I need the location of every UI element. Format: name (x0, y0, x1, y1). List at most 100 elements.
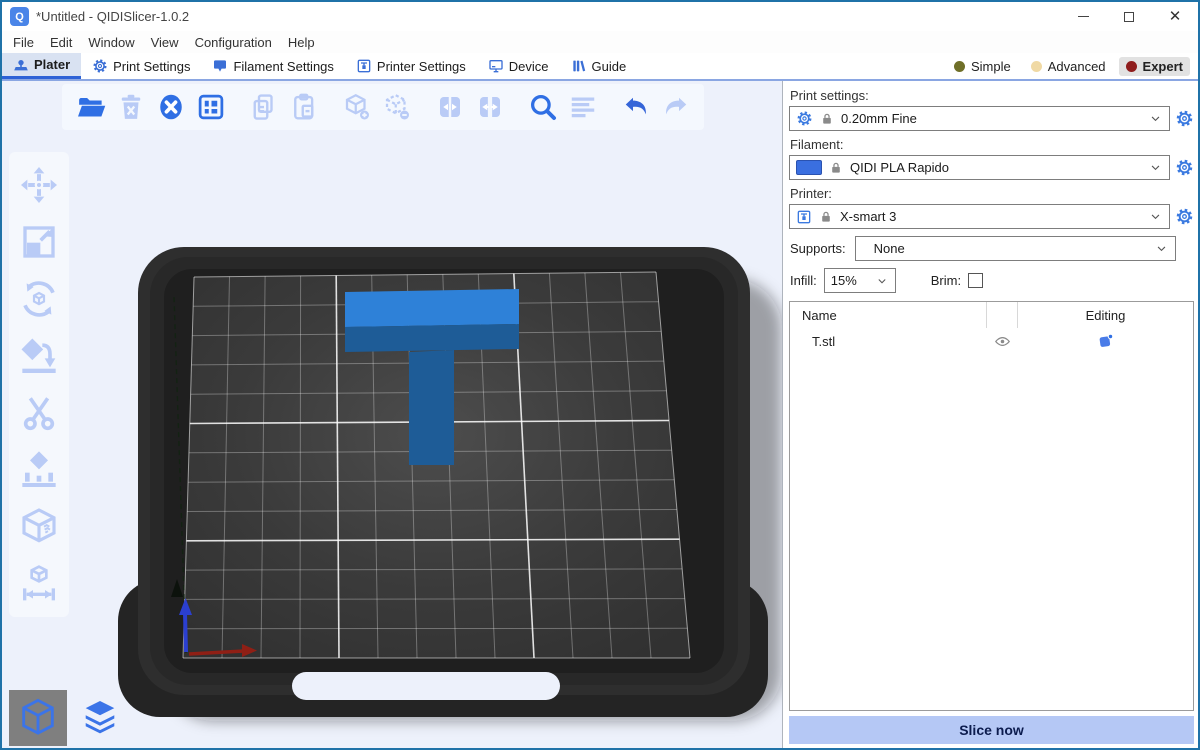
seam-painting-tool[interactable] (18, 506, 60, 548)
tab-plater[interactable]: Plater (2, 53, 81, 79)
expert-dot-icon (1126, 61, 1137, 72)
preview-view-button[interactable] (71, 690, 129, 746)
copy-button[interactable] (247, 91, 280, 124)
chevron-down-icon (875, 274, 889, 288)
supports-combo[interactable]: None (855, 236, 1176, 261)
menu-window[interactable]: Window (83, 35, 145, 50)
edit-object-button[interactable] (1018, 332, 1193, 350)
split-objects-button[interactable] (433, 91, 466, 124)
chevron-down-icon (1148, 160, 1163, 175)
delete-button[interactable] (114, 91, 147, 124)
infill-label: Infill: (790, 273, 817, 288)
tab-device[interactable]: Device (477, 53, 560, 79)
brim-checkbox[interactable] (968, 273, 983, 288)
filament-icon (212, 58, 228, 74)
guide-books-icon (571, 58, 587, 74)
remove-instance-button[interactable] (380, 91, 413, 124)
eye-icon (994, 333, 1011, 350)
tab-printer-settings[interactable]: Printer Settings (345, 53, 477, 79)
open-folder-icon (76, 92, 106, 122)
measure-tool[interactable] (18, 563, 60, 605)
model-top-face (345, 289, 519, 327)
layers-icon (78, 696, 122, 740)
app-window: Q *Untitled - QIDISlicer-1.0.2 ✕ File Ed… (0, 0, 1200, 750)
redo-button[interactable] (659, 91, 692, 124)
layer-lines-icon (568, 92, 598, 122)
tab-print-settings[interactable]: Print Settings (81, 53, 201, 79)
filament-gear-button[interactable] (1175, 158, 1194, 177)
printer-gear-button[interactable] (1175, 207, 1194, 226)
3d-view-button[interactable] (9, 690, 67, 746)
printer-combo[interactable]: X-smart 3 (789, 204, 1170, 229)
tab-guide[interactable]: Guide (560, 53, 638, 79)
open-file-button[interactable] (74, 91, 107, 124)
search-button[interactable] (526, 91, 559, 124)
measure-icon (19, 564, 59, 604)
rotate-tool[interactable] (18, 278, 60, 320)
tab-filament-settings[interactable]: Filament Settings (201, 53, 344, 79)
column-visibility (986, 302, 1018, 328)
menu-help[interactable]: Help (283, 35, 326, 50)
gear-icon (1175, 207, 1194, 226)
scale-tool[interactable] (18, 221, 60, 263)
column-editing: Editing (1018, 308, 1193, 323)
split-parts-icon (475, 92, 505, 122)
print-settings-combo[interactable]: 0.20mm Fine (789, 106, 1170, 131)
arrange-button[interactable] (194, 91, 227, 124)
paste-button[interactable] (287, 91, 320, 124)
variable-layer-height-button[interactable] (566, 91, 599, 124)
filament-value: QIDI PLA Rapido (850, 160, 949, 175)
redo-arrow-icon (661, 92, 691, 122)
print-settings-gear-button[interactable] (1175, 109, 1194, 128)
printer-value: X-smart 3 (840, 209, 896, 224)
simple-dot-icon (954, 61, 965, 72)
object-row[interactable]: T.stl (790, 328, 1193, 354)
menu-file[interactable]: File (8, 35, 45, 50)
chevron-down-icon (1148, 209, 1163, 224)
gear-icon (796, 110, 813, 127)
plater-icon (13, 57, 29, 73)
slice-now-button[interactable]: Slice now (789, 716, 1194, 744)
arrange-grid-icon (196, 92, 226, 122)
scale-icon (19, 222, 59, 262)
toggle-visibility-button[interactable] (986, 333, 1018, 350)
undo-button[interactable] (619, 91, 652, 124)
menu-edit[interactable]: Edit (45, 35, 83, 50)
maximize-icon (1124, 12, 1134, 22)
brim-label: Brim: (931, 273, 961, 288)
add-instance-button[interactable] (340, 91, 373, 124)
advanced-dot-icon (1031, 61, 1042, 72)
paint-supports-tool[interactable] (18, 449, 60, 491)
split-objects-icon (435, 92, 465, 122)
titlebar: Q *Untitled - QIDISlicer-1.0.2 ✕ (2, 2, 1198, 31)
print-settings-label: Print settings: (790, 88, 1194, 103)
copy-icon (249, 92, 279, 122)
minimize-button[interactable] (1060, 2, 1106, 31)
edit-object-icon (1097, 332, 1115, 350)
mode-expert[interactable]: Expert (1119, 57, 1190, 76)
menu-view[interactable]: View (146, 35, 190, 50)
right-panel: Print settings: 0.20mm Fine Filament: QI… (783, 81, 1198, 748)
tray-handle-cutout (292, 672, 560, 700)
filament-combo[interactable]: QIDI PLA Rapido (789, 155, 1170, 180)
gear-icon (92, 58, 108, 74)
cut-tool[interactable] (18, 392, 60, 434)
z-axis-line (185, 613, 186, 652)
mode-simple[interactable]: Simple (947, 57, 1018, 76)
cube-minus-icon (382, 92, 412, 122)
filament-color-swatch (796, 160, 822, 175)
move-tool[interactable] (18, 164, 60, 206)
3d-viewport[interactable] (2, 81, 782, 748)
close-button[interactable]: ✕ (1152, 2, 1198, 31)
split-parts-button[interactable] (473, 91, 506, 124)
infill-combo[interactable]: 15% (824, 268, 896, 293)
delete-all-button[interactable] (154, 91, 187, 124)
printer-label: Printer: (790, 186, 1194, 201)
menu-configuration[interactable]: Configuration (190, 35, 283, 50)
gear-icon (1175, 158, 1194, 177)
maximize-button[interactable] (1106, 2, 1152, 31)
minimize-icon (1078, 16, 1089, 17)
place-on-face-tool[interactable] (18, 335, 60, 377)
mode-advanced[interactable]: Advanced (1024, 57, 1113, 76)
printer-icon (356, 58, 372, 74)
